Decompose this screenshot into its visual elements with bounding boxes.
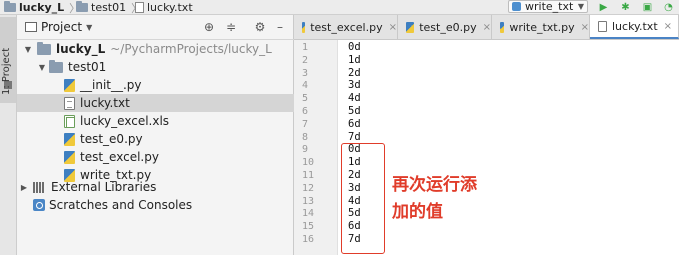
line-number: 8 [302, 131, 309, 143]
text-file-icon [135, 2, 144, 13]
annotation-line: 再次运行添 [392, 175, 477, 195]
chevron-down-icon: ▼ [86, 22, 93, 32]
line-number: 3 [302, 67, 309, 79]
close-icon[interactable]: × [483, 22, 491, 33]
code-line: 1d [348, 53, 361, 66]
tab-test-e0[interactable]: test_e0.py × [398, 15, 492, 39]
close-icon[interactable]: × [389, 22, 397, 33]
code-line: 2d [348, 66, 361, 79]
python-file-icon [64, 150, 75, 164]
collapse-all-icon[interactable]: ≑ [224, 20, 238, 34]
tree-item-file[interactable]: __init__.py [17, 76, 294, 94]
chevron-down-icon: ▼ [577, 2, 584, 11]
line-number: 6 [302, 106, 309, 117]
tab-write-txt[interactable]: write_txt.py × [492, 15, 590, 39]
project-tool-tab[interactable]: 1: Project [0, 17, 16, 103]
line-number: 12 [302, 182, 315, 194]
python-icon [512, 2, 521, 11]
line-number: 16 [302, 234, 315, 245]
expand-arrow-icon: ▼ [24, 44, 32, 54]
line-number: 4 [302, 80, 309, 92]
tree-item-file[interactable]: test_e0.py [17, 130, 294, 148]
project-panel: Project ▼ ⊕ ≑ ⚙ – ▼ lucky_L ~/PycharmPro… [17, 15, 294, 255]
scratches-icon [33, 199, 45, 211]
project-panel-header: Project ▼ ⊕ ≑ ⚙ – [17, 15, 294, 40]
python-file-icon [64, 78, 75, 92]
tree-item-file[interactable]: test_excel.py [17, 148, 294, 166]
close-icon[interactable]: × [664, 21, 672, 32]
breadcrumb-project[interactable]: lucky_L 〉 [4, 0, 80, 15]
close-icon[interactable]: × [581, 22, 589, 33]
breadcrumb-folder[interactable]: test01 〉 [76, 0, 142, 15]
left-tool-strip: 1: Project [0, 15, 17, 255]
folder-icon [37, 41, 51, 55]
code-line: 5d [348, 105, 361, 117]
locate-file-icon[interactable]: ⊕ [202, 20, 216, 34]
tree-item-file-selected[interactable]: lucky.txt [17, 94, 294, 112]
folder-icon [49, 59, 63, 73]
navigation-bar: lucky_L 〉 test01 〉 lucky.txt write_txt ▼… [0, 0, 679, 15]
editor-tab-bar: test_excel.py × test_e0.py × write_txt.p… [294, 15, 679, 40]
line-number: 5 [302, 93, 309, 105]
folder-icon [76, 1, 88, 12]
run-icon[interactable]: ▶ [597, 1, 610, 14]
gear-icon[interactable]: ⚙ [253, 20, 267, 34]
expand-arrow-icon: ▼ [38, 62, 46, 72]
python-file-icon [406, 21, 415, 33]
tab-lucky-txt[interactable]: lucky.txt × [590, 15, 679, 39]
line-number: 14 [302, 208, 315, 220]
code-line: 6d [348, 117, 361, 130]
debug-icon[interactable]: ✱ [619, 1, 632, 14]
code-line: 4d [348, 92, 361, 105]
tab-test-excel[interactable]: test_excel.py × [294, 15, 398, 39]
python-file-icon [64, 132, 75, 146]
tree-item-file[interactable]: lucky_excel.xls [17, 112, 294, 130]
code-line: 7d [348, 130, 361, 143]
text-file-icon [598, 20, 607, 32]
annotation-text: 再次运行添 加的值 [392, 172, 512, 226]
breadcrumb-file[interactable]: lucky.txt [135, 0, 193, 15]
line-number: 2 [302, 54, 309, 66]
spreadsheet-file-icon [64, 114, 75, 128]
line-number: 13 [302, 195, 315, 207]
collapsed-arrow-icon: ▶ [20, 182, 28, 192]
tree-item-scratches[interactable]: Scratches and Consoles [17, 196, 294, 214]
line-number: 1 [302, 42, 309, 53]
coverage-icon[interactable]: ▣ [641, 1, 654, 14]
tree-item-folder[interactable]: ▼ test01 [17, 58, 294, 76]
line-number: 7 [302, 118, 309, 130]
folder-icon [4, 1, 16, 12]
line-number: 9 [302, 144, 309, 156]
highlight-box [341, 143, 385, 254]
line-number: 15 [302, 221, 315, 233]
run-configuration-select[interactable]: write_txt ▼ [508, 0, 588, 13]
line-number: 11 [302, 170, 315, 181]
code-line: 3d [348, 79, 361, 92]
tree-item-external-libraries[interactable]: ▶ External Libraries [17, 178, 294, 196]
text-file-icon [64, 96, 75, 110]
python-file-icon [500, 21, 505, 33]
line-number: 10 [302, 157, 315, 169]
hide-icon[interactable]: – [273, 20, 287, 34]
line-number-gutter: 1 2 3 4 5 6 7 8 9 10 11 12 13 14 15 16 [294, 40, 338, 255]
python-file-icon [302, 21, 306, 33]
code-line: 0d [348, 41, 361, 53]
tree-item-project-root[interactable]: ▼ lucky_L ~/PycharmProjects/lucky_L [17, 40, 294, 58]
project-view-select[interactable]: Project ▼ [25, 18, 92, 36]
library-icon [33, 181, 47, 193]
project-view-icon [25, 22, 37, 32]
annotation-line: 加的值 [392, 202, 443, 222]
profile-icon[interactable]: ◔ [662, 1, 675, 14]
